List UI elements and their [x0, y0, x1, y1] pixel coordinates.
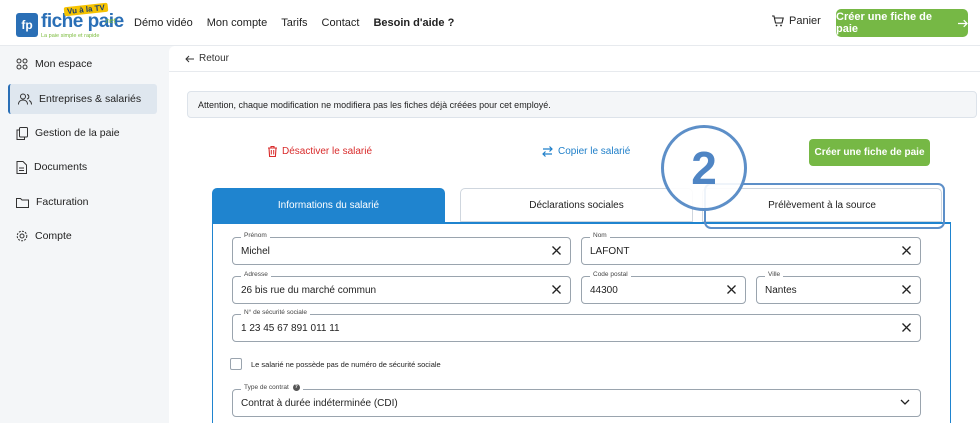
step-number-badge: 2 [661, 125, 747, 211]
sidebar-item-documents[interactable]: Documents [8, 152, 157, 182]
code-postal-value: 44300 [590, 285, 618, 296]
notice-text: Attention, chaque modification ne modifi… [198, 99, 551, 110]
top-bar: fp fiche paie .net Vu à la TV La paie si… [0, 0, 980, 46]
sidebar-item-label: Mon espace [35, 58, 93, 70]
sidebar-item-compte[interactable]: Compte [8, 221, 157, 251]
adresse-value: 26 bis rue du marché commun [241, 285, 377, 296]
nom-label: Nom [590, 232, 610, 239]
sidebar-item-facturation[interactable]: Facturation [8, 187, 157, 217]
cart-label: Panier [789, 15, 821, 27]
sidebar-item-label: Documents [34, 161, 88, 173]
create-payslip-top-label: Créer une fiche de paie [836, 11, 932, 35]
nav-mon-compte[interactable]: Mon compte [207, 17, 268, 29]
tab-label: Déclarations sociales [529, 199, 624, 211]
copy-icon [16, 126, 28, 140]
create-payslip-top-button[interactable]: Créer une fiche de paie [836, 9, 968, 37]
contrat-label: Type de contrat ? [241, 384, 303, 391]
ville-value: Nantes [765, 285, 797, 296]
clear-icon[interactable] [901, 284, 912, 295]
clear-icon[interactable] [901, 245, 912, 256]
prenom-label: Prénom [241, 232, 270, 239]
no-secu-checkbox-label: Le salarié ne possède pas de numéro de s… [251, 360, 441, 369]
main-nav: Démo vidéo Mon compte Tarifs Contact Bes… [134, 0, 468, 46]
secu-field[interactable]: N° de sécurité sociale 1 23 45 67 891 01… [232, 309, 921, 342]
back-label: Retour [199, 53, 230, 64]
notice-banner: Attention, chaque modification ne modifi… [187, 91, 977, 118]
clear-icon[interactable] [551, 284, 562, 295]
arrow-right-icon [957, 19, 968, 27]
tab-declarations-sociales[interactable]: Déclarations sociales [460, 188, 693, 222]
sidebar-item-label: Facturation [36, 196, 89, 208]
clear-icon[interactable] [726, 284, 737, 295]
nav-demo-video[interactable]: Démo vidéo [134, 17, 193, 29]
cart-link[interactable]: Panier [771, 15, 821, 27]
logo[interactable]: fp fiche paie .net Vu à la TV La paie si… [16, 2, 124, 40]
logo-tagline: La paie simple et rapide [41, 33, 100, 39]
copy-label: Copier le salarié [558, 146, 631, 157]
adresse-label: Adresse [241, 271, 271, 278]
contrat-label-text: Type de contrat [244, 384, 289, 391]
sidebar: Mon espace Entreprises & salariés Gestio… [0, 46, 166, 423]
clear-icon[interactable] [551, 245, 562, 256]
create-payslip-label: Créer une fiche de paie [814, 147, 925, 158]
create-payslip-button[interactable]: Créer une fiche de paie [809, 139, 930, 166]
sidebar-item-entreprises-salaries[interactable]: Entreprises & salariés [8, 84, 157, 114]
no-secu-checkbox[interactable] [230, 358, 242, 370]
info-icon[interactable]: ? [292, 384, 300, 391]
nav-besoin-aide[interactable]: Besoin d'aide ? [373, 17, 454, 29]
secu-label: N° de sécurité sociale [241, 309, 310, 316]
deactivate-employee-button[interactable]: Désactiver le salarié [268, 146, 372, 157]
trash-icon [268, 146, 277, 157]
ville-field[interactable]: Ville Nantes [756, 271, 921, 304]
folder-icon [16, 197, 29, 208]
nom-field[interactable]: Nom LAFONT [581, 232, 921, 265]
nav-tarifs[interactable]: Tarifs [281, 17, 307, 29]
prenom-field[interactable]: Prénom Michel [232, 232, 571, 265]
ville-label: Ville [765, 271, 784, 278]
prenom-value: Michel [241, 246, 270, 257]
sidebar-item-mon-espace[interactable]: Mon espace [8, 49, 157, 79]
users-icon [18, 93, 32, 105]
code-postal-field[interactable]: Code postal 44300 [581, 271, 746, 304]
adresse-field[interactable]: Adresse 26 bis rue du marché commun [232, 271, 571, 304]
arrow-left-icon [185, 55, 194, 62]
tab-informations-salarie[interactable]: Informations du salarié [212, 188, 445, 222]
tab-label: Informations du salarié [277, 199, 380, 211]
swap-arrows-icon [542, 146, 553, 157]
copy-employee-button[interactable]: Copier le salarié [542, 146, 630, 157]
code-postal-label: Code postal [590, 271, 631, 278]
deactivate-label: Désactiver le salarié [282, 146, 373, 157]
contrat-select[interactable]: Type de contrat ? Contrat à durée indéte… [232, 384, 921, 417]
contrat-value: Contrat à durée indéterminée (CDI) [241, 398, 398, 409]
clear-icon[interactable] [901, 322, 912, 333]
cart-icon [772, 15, 784, 27]
secu-value: 1 23 45 67 891 011 11 [241, 323, 340, 334]
nom-value: LAFONT [590, 246, 630, 257]
document-icon [16, 160, 27, 174]
grid-icon [16, 58, 28, 70]
main-panel: Retour Attention, chaque modification ne… [169, 46, 980, 423]
logo-suffix: .net [104, 18, 116, 25]
sidebar-item-label: Compte [35, 230, 72, 242]
sidebar-item-gestion-paie[interactable]: Gestion de la paie [8, 118, 157, 148]
gear-icon [16, 230, 28, 242]
back-link[interactable]: Retour [185, 53, 229, 64]
divider [169, 71, 980, 72]
logo-badge: fp [16, 13, 38, 37]
sidebar-item-label: Entreprises & salariés [39, 93, 142, 105]
nav-contact[interactable]: Contact [322, 17, 360, 29]
sidebar-item-label: Gestion de la paie [35, 127, 120, 139]
chevron-down-icon [900, 399, 910, 405]
